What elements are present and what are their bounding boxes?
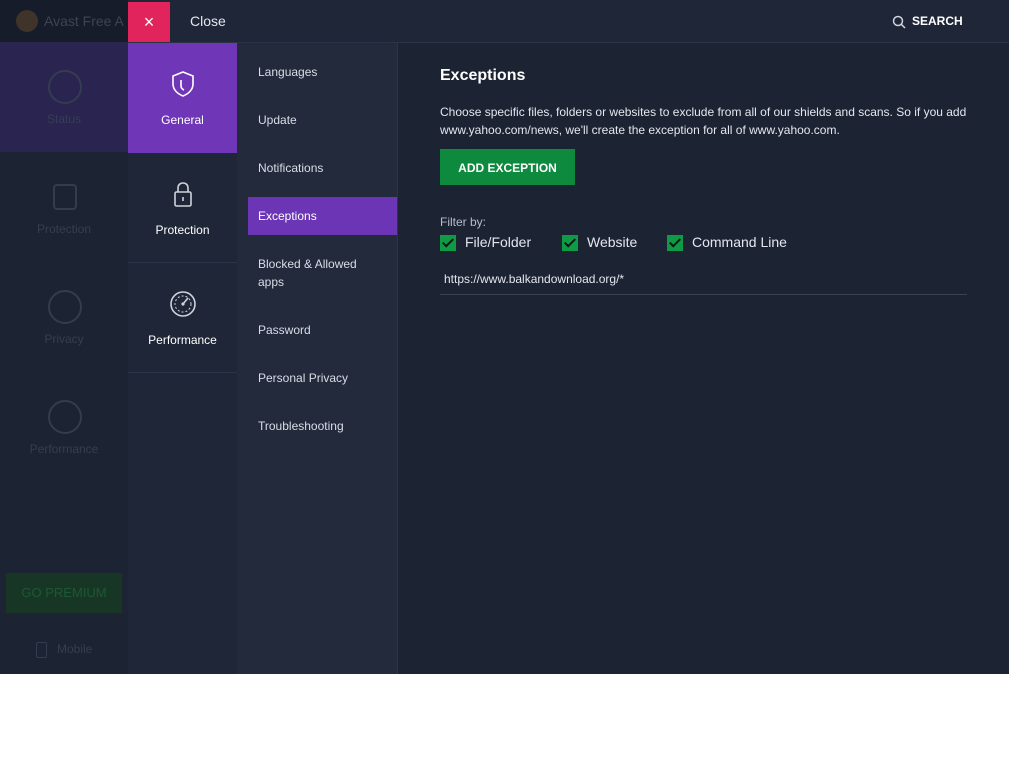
subnav-blocked-allowed-apps[interactable]: Blocked & Allowed apps — [248, 255, 378, 291]
go-premium-button: GO PREMIUM — [6, 573, 122, 613]
settings-category-column: General Protection Performance — [128, 43, 238, 674]
background-app-title: Avast Free A — [44, 13, 124, 29]
subnav-update[interactable]: Update — [248, 111, 397, 129]
subnav-personal-privacy[interactable]: Personal Privacy — [248, 369, 397, 387]
filter-file-folder-checkbox[interactable]: File/Folder — [440, 234, 532, 252]
lock-icon — [174, 182, 192, 207]
phone-icon — [36, 642, 47, 658]
speedometer-icon — [48, 400, 82, 434]
category-general[interactable]: General — [128, 43, 237, 153]
page-title: Exceptions — [440, 67, 526, 84]
background-mobile-link: Mobile — [36, 642, 92, 658]
settings-subnav: Languages Update Notifications Exception… — [237, 43, 398, 674]
category-label: Performance — [148, 333, 217, 347]
checkmark-icon — [562, 235, 578, 252]
shield-icon — [172, 71, 194, 97]
search-button[interactable]: SEARCH — [892, 14, 963, 29]
app-window: Avast Free A Status Protection Privacy P… — [0, 0, 1009, 674]
background-nav-protection: Protection — [0, 152, 128, 262]
subnav-notifications[interactable]: Notifications — [248, 159, 397, 177]
add-exception-button[interactable]: ADD EXCEPTION — [440, 149, 575, 185]
exception-row[interactable]: https://www.balkandownload.org/* — [440, 265, 967, 295]
subnav-languages[interactable]: Languages — [248, 63, 397, 81]
speedometer-icon — [170, 291, 196, 317]
category-protection[interactable]: Protection — [128, 153, 237, 263]
exception-url: https://www.balkandownload.org/* — [444, 272, 625, 286]
category-label: General — [161, 113, 204, 127]
filter-website-checkbox[interactable]: Website — [562, 234, 638, 252]
background-nav-performance: Performance — [0, 372, 128, 482]
filter-label-command-line: Command Line — [692, 234, 787, 250]
subnav-exceptions[interactable]: Exceptions — [248, 197, 397, 235]
exceptions-panel: Exceptions Choose specific files, folder… — [398, 43, 1009, 674]
check-circle-icon — [48, 70, 82, 104]
category-label: Protection — [155, 223, 210, 237]
search-icon — [892, 15, 906, 29]
filter-label-file-folder: File/Folder — [465, 234, 532, 250]
search-label: SEARCH — [912, 14, 963, 28]
exceptions-description: Choose specific files, folders or websit… — [440, 105, 967, 137]
settings-top-bar — [128, 0, 1009, 43]
avast-logo-icon — [16, 10, 38, 32]
background-nav: Status Protection Privacy Performance — [0, 42, 128, 482]
close-button[interactable]: × — [128, 2, 170, 42]
subnav-troubleshooting[interactable]: Troubleshooting — [248, 417, 397, 435]
background-nav-privacy: Privacy — [0, 262, 128, 372]
background-title-bar: Avast Free A — [0, 0, 128, 42]
close-label[interactable]: Close — [190, 13, 226, 29]
close-icon: × — [143, 12, 155, 32]
background-nav-status: Status — [0, 42, 128, 152]
filter-label: Filter by: — [440, 215, 487, 229]
subnav-password[interactable]: Password — [248, 321, 397, 339]
lock-icon — [53, 184, 77, 210]
filter-label-website: Website — [587, 234, 638, 250]
category-performance[interactable]: Performance — [128, 263, 237, 373]
checkmark-icon — [440, 235, 456, 252]
fingerprint-icon — [48, 290, 82, 324]
checkmark-icon — [667, 235, 683, 252]
filter-command-line-checkbox[interactable]: Command Line — [667, 234, 787, 252]
